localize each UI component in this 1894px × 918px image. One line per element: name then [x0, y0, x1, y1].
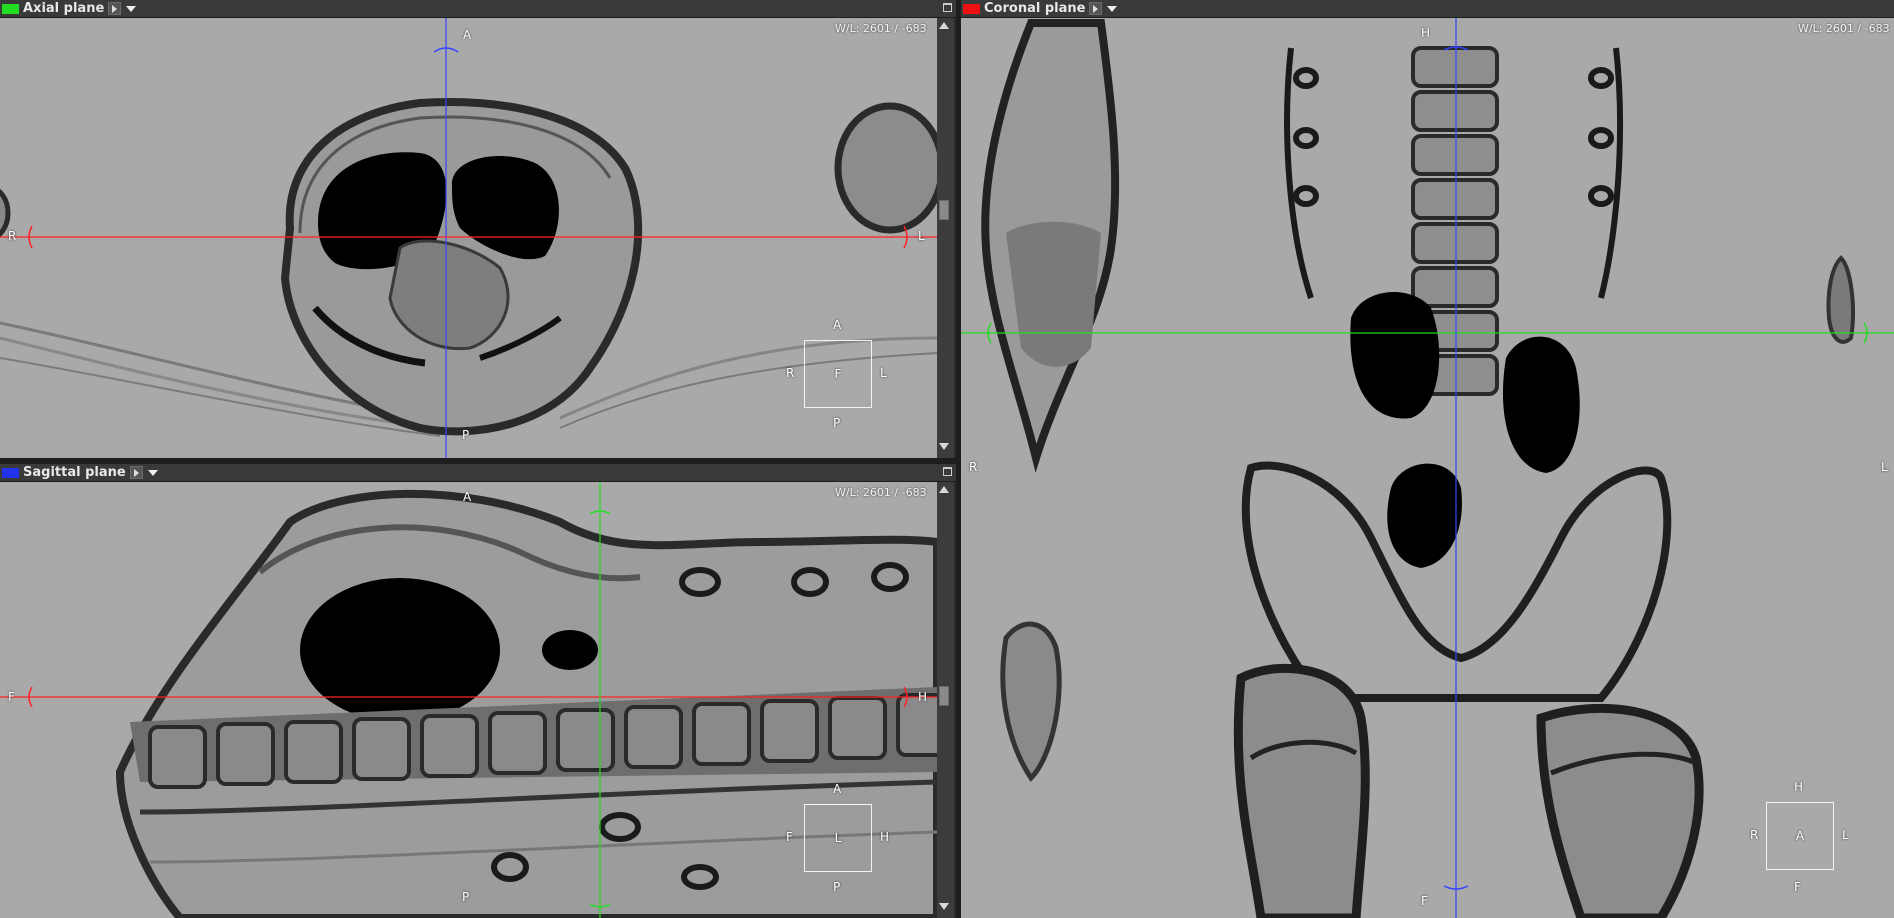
coronal-orient-top: H [1794, 780, 1804, 794]
sagittal-header: Sagittal plane [0, 464, 956, 482]
axial-label-top: A [463, 28, 472, 42]
coronal-header: Coronal plane [961, 0, 1894, 18]
axial-title: Axial plane [23, 1, 105, 16]
coronal-label-top: H [1421, 26, 1431, 40]
axial-label-right: L [918, 229, 925, 243]
coronal-ct-image [961, 18, 1894, 918]
axial-viewport: Axial plane W/L: 2601 / -683 A P R L A F… [0, 0, 956, 458]
scroll-up-icon[interactable] [939, 22, 949, 29]
axial-orient-center: F [834, 367, 842, 381]
coronal-orient-right: L [1842, 828, 1849, 842]
axial-color-swatch [2, 3, 19, 14]
sagittal-orientation-cube: L [804, 804, 872, 872]
sagittal-ct-image [0, 482, 937, 918]
sagittal-color-swatch [2, 467, 19, 478]
coronal-canvas[interactable]: W/L: 2601 / -683 H F R L H A R L F [961, 18, 1894, 918]
axial-ct-image [0, 18, 937, 458]
axial-play-button[interactable] [108, 2, 122, 15]
scroll-up-icon[interactable] [939, 486, 949, 493]
sagittal-orient-bottom: P [833, 880, 841, 894]
sagittal-orient-left: F [786, 830, 793, 844]
triangle-right-icon [133, 468, 139, 477]
scroll-down-icon[interactable] [939, 903, 949, 910]
sagittal-window-level: W/L: 2601 / -683 [835, 486, 927, 499]
sagittal-title: Sagittal plane [23, 465, 126, 480]
sagittal-play-button[interactable] [129, 466, 143, 479]
sagittal-scroll-thumb[interactable] [939, 686, 949, 706]
sagittal-orient-right: H [880, 830, 890, 844]
sagittal-label-top: A [463, 490, 472, 504]
axial-orient-left: R [786, 366, 795, 380]
axial-scrollbar[interactable] [937, 18, 954, 458]
coronal-orient-left: R [1750, 828, 1759, 842]
scroll-down-icon[interactable] [939, 443, 949, 450]
sagittal-canvas[interactable]: W/L: 2601 / -683 A P F H A L F H P [0, 482, 937, 918]
sagittal-label-right: H [918, 690, 928, 704]
axial-maximize-icon[interactable] [943, 3, 952, 12]
sagittal-orient-center: L [834, 831, 842, 845]
coronal-orientation-cube: A [1766, 802, 1834, 870]
coronal-orient-bottom: F [1794, 880, 1801, 894]
coronal-label-right: L [1881, 460, 1888, 474]
axial-scroll-thumb[interactable] [939, 200, 949, 220]
coronal-play-button[interactable] [1089, 2, 1103, 15]
triangle-right-icon [112, 4, 118, 13]
axial-orient-right: L [880, 366, 887, 380]
sagittal-orient-top: A [833, 782, 842, 796]
axial-window-level: W/L: 2601 / -683 [835, 22, 927, 35]
sagittal-menu-chevron-down-icon[interactable] [147, 469, 158, 476]
sagittal-scrollbar[interactable] [937, 482, 954, 918]
sagittal-label-bottom: P [462, 890, 470, 904]
sagittal-label-left: F [8, 690, 15, 704]
coronal-label-bottom: F [1421, 894, 1428, 908]
coronal-title: Coronal plane [984, 1, 1086, 16]
axial-label-bottom: P [462, 428, 470, 442]
coronal-orient-center: A [1795, 829, 1805, 843]
axial-header: Axial plane [0, 0, 956, 18]
axial-orient-bottom: P [833, 416, 841, 430]
axial-menu-chevron-down-icon[interactable] [126, 5, 137, 12]
axial-orientation-cube: F [804, 340, 872, 408]
coronal-menu-chevron-down-icon[interactable] [1107, 5, 1118, 12]
sagittal-viewport: Sagittal plane W/L: 2601 / -683 A P F H … [0, 464, 956, 918]
triangle-right-icon [1093, 4, 1099, 13]
axial-canvas[interactable]: W/L: 2601 / -683 A P R L A F R L P [0, 18, 937, 458]
axial-label-left: R [8, 229, 17, 243]
coronal-label-left: R [969, 460, 978, 474]
coronal-color-swatch [963, 3, 980, 14]
sagittal-maximize-icon[interactable] [943, 467, 952, 476]
coronal-viewport: Coronal plane W/L: 2601 / -683 H F R L H… [961, 0, 1894, 918]
coronal-window-level: W/L: 2601 / -683 [1798, 22, 1890, 35]
axial-orient-top: A [833, 318, 842, 332]
